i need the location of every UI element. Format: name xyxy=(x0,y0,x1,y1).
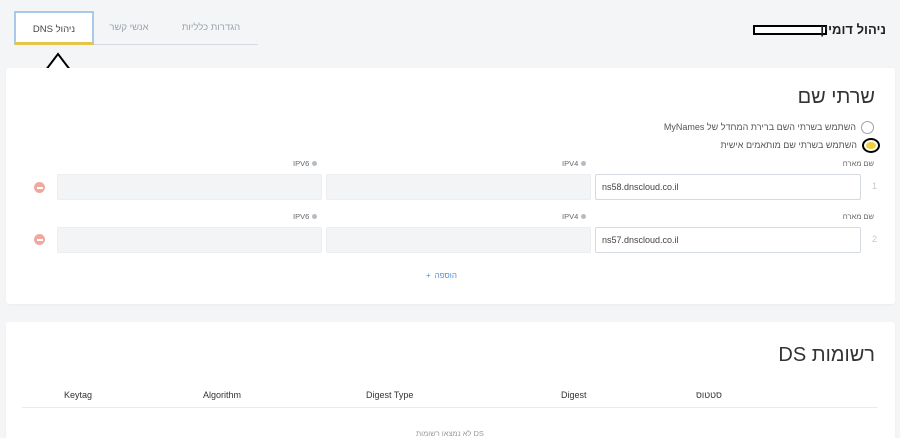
info-icon xyxy=(312,161,318,166)
column-header-digest: Digest xyxy=(561,390,587,400)
column-label-ipv4: IPV4 xyxy=(562,212,587,221)
radio-default-nameservers[interactable]: השתמש בשרתי השם ברירת המחדל של MyNames xyxy=(664,120,874,134)
tab-contacts[interactable]: אנשי קשר xyxy=(94,11,164,45)
column-header-digest-type: Digest Type xyxy=(366,390,414,400)
remove-row-icon[interactable] xyxy=(34,234,45,245)
row-number: 1 xyxy=(872,181,878,191)
column-header-keytag: Keytag xyxy=(64,390,93,400)
info-icon xyxy=(581,214,587,219)
column-header-algorithm: Algorithm xyxy=(203,390,242,400)
ipv4-input[interactable] xyxy=(326,227,591,253)
remove-row-icon[interactable] xyxy=(34,182,45,193)
column-label-ipv4: IPV4 xyxy=(562,159,587,168)
ipv6-input[interactable] xyxy=(57,174,322,200)
add-label: הוספה xyxy=(434,271,457,280)
ipv6-input[interactable] xyxy=(57,227,322,253)
host-input[interactable]: ns57.dnscloud.co.il xyxy=(595,227,861,253)
radio-default-label: השתמש בשרתי השם ברירת המחדל של MyNames xyxy=(663,122,856,132)
top-bar: הגדרות כלליות אנשי קשר ניהול DNS ניהול ד… xyxy=(0,0,900,56)
nameservers-card: שרתי שם השתמש בשרתי השם ברירת המחדל של M… xyxy=(6,68,895,304)
add-nameserver-button[interactable]: הוספה + xyxy=(426,271,457,280)
radio-unchecked-icon[interactable] xyxy=(861,120,874,134)
radio-custom-nameservers[interactable]: השתמש בשרתי שם מותאמים אישית xyxy=(720,137,880,153)
ipv4-input[interactable] xyxy=(326,174,591,200)
column-label-ipv6: IPV6 xyxy=(293,212,318,221)
ds-records-card: רשומות DS Keytag Algorithm Digest Type D… xyxy=(6,322,895,438)
host-input[interactable]: ns58.dnscloud.co.il xyxy=(595,174,861,200)
redacted-domain-name xyxy=(753,25,827,35)
radio-checked-icon[interactable] xyxy=(862,137,880,153)
plus-icon: + xyxy=(426,271,431,280)
tab-dns-management[interactable]: ניהול DNS xyxy=(14,11,94,45)
tab-bar: הגדרות כלליות אנשי קשר ניהול DNS xyxy=(14,11,258,45)
column-label-host: שם מארח xyxy=(842,159,874,168)
ds-records-title: רשומות DS xyxy=(778,344,875,366)
info-icon xyxy=(581,161,587,166)
ds-table-header: Keytag Algorithm Digest Type Digest סטטו… xyxy=(22,386,878,408)
column-header-status: סטטוס xyxy=(696,390,722,400)
tab-general-settings[interactable]: הגדרות כלליות xyxy=(164,11,258,45)
column-label-ipv6: IPV6 xyxy=(293,159,318,168)
row-number: 2 xyxy=(872,234,878,244)
empty-table-message: DS לא נמצאו רשומות xyxy=(416,429,484,438)
radio-custom-label: השתמש בשרתי שם מותאמים אישית xyxy=(720,140,857,150)
column-label-host: שם מארח xyxy=(842,212,874,221)
page-title: ניהול דומיין xyxy=(820,22,886,37)
nameservers-title: שרתי שם xyxy=(797,86,875,108)
info-icon xyxy=(312,214,318,219)
